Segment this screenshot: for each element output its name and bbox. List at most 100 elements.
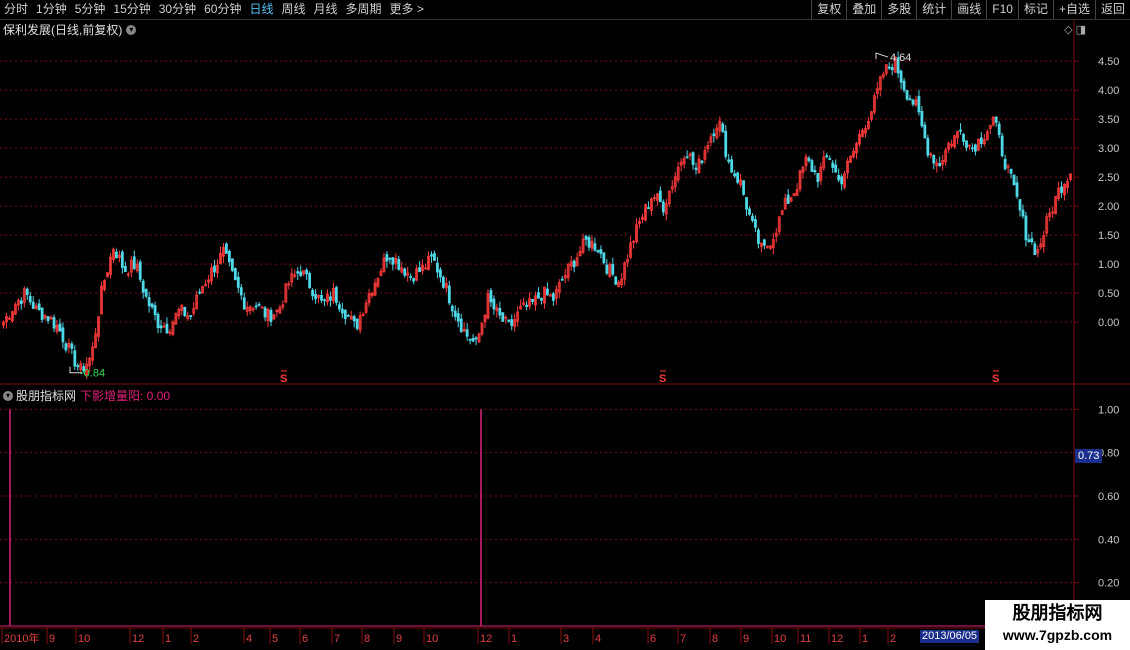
- candle-body: [439, 269, 442, 278]
- time-axis-label-9: 7: [334, 633, 340, 645]
- indicator-axis-label-2: 0.60: [1098, 491, 1119, 503]
- price-axis-label-3: 3.00: [1098, 143, 1119, 155]
- candle-body: [965, 140, 968, 148]
- candle-body: [1000, 135, 1004, 157]
- candle-body: [1012, 174, 1016, 186]
- candle-body: [453, 310, 457, 318]
- candle-body: [311, 289, 314, 297]
- time-axis-label-19: 8: [712, 633, 718, 645]
- time-axis-label-20: 9: [743, 633, 749, 645]
- candle-body: [346, 314, 350, 317]
- candle-body: [474, 337, 478, 340]
- candle-body: [456, 313, 460, 322]
- candle-body: [465, 329, 469, 337]
- candle-body: [492, 298, 496, 310]
- candle-body: [974, 144, 977, 152]
- candle-body: [1009, 168, 1013, 174]
- candle-body: [159, 325, 163, 329]
- candle-body: [887, 66, 891, 69]
- candle-body: [748, 208, 751, 215]
- signal-marker-0: S: [280, 373, 287, 385]
- candle-body: [810, 160, 814, 172]
- candle-body: [1033, 243, 1037, 255]
- candle-body: [537, 292, 540, 299]
- candle-body: [997, 123, 1001, 136]
- candle-body: [242, 297, 246, 310]
- candle-body: [329, 296, 332, 301]
- candle-body: [540, 297, 543, 301]
- time-axis-label-4: 1: [165, 633, 171, 645]
- candle-body: [923, 124, 927, 139]
- time-axis-label-25: 2: [890, 633, 896, 645]
- candle-body: [700, 160, 704, 164]
- candle-body: [551, 293, 555, 301]
- candle-body: [979, 137, 983, 144]
- kline-chart[interactable]: 4.50 4.00 3.50 3.00 2.50 2.00 1.50 1.00 0.50 0.00…: [0, 0, 1130, 650]
- candle-body: [471, 338, 475, 342]
- candle-body: [1021, 209, 1025, 217]
- candle-body: [64, 343, 68, 351]
- candle-body: [236, 276, 240, 288]
- candle-body: [156, 313, 160, 328]
- candle-body: [123, 266, 127, 272]
- price-axis-label-0: 4.50: [1098, 56, 1119, 68]
- candle-body: [691, 152, 695, 166]
- candle-body: [920, 110, 924, 127]
- time-axis-label-23: 12: [831, 633, 843, 645]
- candle-body: [727, 159, 731, 163]
- candle-body: [905, 90, 909, 100]
- candle-body: [1018, 199, 1022, 211]
- candle-body: [531, 299, 534, 302]
- time-axis-label-7: 5: [272, 633, 278, 645]
- time-axis-label-22: 11: [800, 633, 811, 645]
- candle-body: [340, 308, 344, 314]
- candle-body: [599, 249, 603, 254]
- low-label: -0.84: [80, 368, 105, 380]
- time-axis-label-10: 8: [364, 633, 370, 645]
- candle-body: [334, 287, 338, 303]
- time-axis-label-21: 10: [774, 633, 786, 645]
- candle-body: [498, 307, 502, 316]
- candle-body: [308, 272, 312, 289]
- candle-body: [1015, 182, 1019, 197]
- indicator-title: 股朋指标网: [16, 389, 77, 403]
- candle-body: [911, 99, 915, 105]
- indicator-value-label: 下影增量阳: 0.00: [80, 389, 171, 403]
- candle-body: [596, 249, 600, 253]
- candle-body: [257, 303, 261, 306]
- candle-body: [299, 271, 303, 277]
- candle-body: [1027, 239, 1031, 243]
- candle-body: [831, 162, 835, 168]
- price-axis-label-5: 2.00: [1098, 201, 1119, 213]
- price-axis-label-7: 1.00: [1098, 259, 1119, 271]
- candle-body: [269, 309, 273, 322]
- candle-body: [447, 285, 451, 304]
- candle-body: [343, 309, 347, 320]
- candle-body: [468, 338, 472, 341]
- candle-body: [441, 276, 445, 288]
- candle-body: [932, 155, 936, 164]
- candle-body: [890, 67, 894, 71]
- time-axis-label-5: 2: [193, 633, 199, 645]
- candle-body: [296, 271, 300, 274]
- watermark-url: www.7gpzb.com: [1002, 627, 1113, 643]
- candle-body: [1024, 215, 1028, 241]
- candle-body: [685, 156, 689, 159]
- candle-body: [837, 175, 841, 181]
- candle-body: [70, 343, 74, 349]
- time-axis-label-11: 9: [396, 633, 402, 645]
- candle-body: [25, 288, 29, 295]
- time-axis-label-13: 12: [480, 633, 492, 645]
- chevron-down-icon[interactable]: ▾: [3, 390, 13, 401]
- candle-body: [611, 264, 615, 275]
- candle-body: [959, 129, 962, 132]
- candle-body: [115, 251, 118, 259]
- candle-body: [76, 365, 80, 368]
- candle-body: [120, 251, 124, 268]
- candle-body: [614, 276, 618, 285]
- candle-body: [584, 235, 588, 240]
- candle-body: [323, 299, 326, 302]
- candle-body: [816, 173, 820, 183]
- price-axis-label-8: 0.50: [1098, 288, 1119, 300]
- candle-body: [52, 317, 56, 329]
